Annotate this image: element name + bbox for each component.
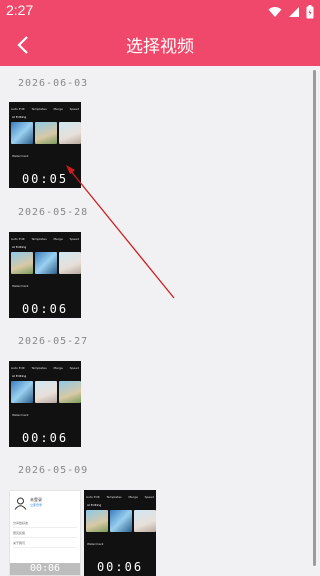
thumb-caption: Watermark [12, 413, 29, 417]
thumb-heading: AI Editing [12, 115, 27, 119]
thumb-tabs: Auto Edit Templates Merge Speed [11, 237, 79, 241]
thumb-images [11, 252, 81, 274]
thumb-images [11, 381, 81, 403]
battery-icon [306, 5, 314, 19]
scrollbar[interactable] [313, 70, 316, 566]
video-duration: 00:06 [10, 563, 80, 575]
thumb-tabs: Auto Edit Templates Merge Speed [11, 107, 79, 111]
video-thumbnail[interactable]: Auto Edit Templates Merge Speed AI Editing … [9, 232, 81, 318]
thumb-caption: Watermark [87, 542, 104, 546]
app-bar: 选择视频 [0, 24, 320, 66]
date-header: 2026-05-27 [18, 336, 89, 347]
video-duration: 00:05 [21, 172, 69, 186]
thumb-heading: AI Editing [87, 503, 102, 507]
thumb-images [11, 122, 81, 144]
thumb-images [86, 510, 156, 532]
date-header: 2026-06-03 [18, 78, 89, 89]
video-thumbnail[interactable]: Auto Edit Templates Merge Speed AI Editing … [84, 490, 156, 576]
thumb-profile-sub: 立即登录 [30, 503, 43, 507]
thumb-caption: Watermark [12, 284, 29, 288]
signal-icon [289, 7, 299, 17]
video-thumbnail[interactable]: Auto Edit Templates Merge Speed AI Editing … [9, 361, 81, 447]
video-duration: 00:06 [96, 560, 144, 574]
thumb-caption: Watermark [12, 154, 29, 158]
video-list: 2026-06-03 Auto Edit Templates Merge Speed … [0, 66, 320, 576]
date-header: 2026-05-09 [18, 465, 89, 476]
video-duration: 00:06 [21, 431, 69, 445]
wifi-icon [268, 7, 282, 17]
page-title: 选择视频 [126, 37, 194, 57]
status-icons [268, 4, 314, 20]
video-thumbnail[interactable]: 未登录 立即登录 分享给好友 意见反馈 关于我们 00:06 [9, 490, 81, 576]
video-thumbnail[interactable]: Auto Edit Templates Merge Speed AI Editing … [9, 102, 81, 188]
video-duration: 00:06 [21, 302, 69, 316]
status-bar: 2:27 [0, 0, 320, 24]
status-time: 2:27 [6, 2, 34, 18]
thumb-row: 分享给好友 [13, 521, 77, 528]
user-icon [14, 497, 27, 510]
thumb-row: 意见反馈 [13, 531, 77, 538]
date-header: 2026-05-28 [18, 207, 89, 218]
thumb-tabs: Auto Edit Templates Merge Speed [11, 366, 79, 370]
thumb-heading: AI Editing [12, 245, 27, 249]
thumb-tabs: Auto Edit Templates Merge Speed [86, 495, 154, 499]
thumb-heading: AI Editing [12, 374, 27, 378]
thumb-row: 关于我们 [13, 541, 77, 548]
